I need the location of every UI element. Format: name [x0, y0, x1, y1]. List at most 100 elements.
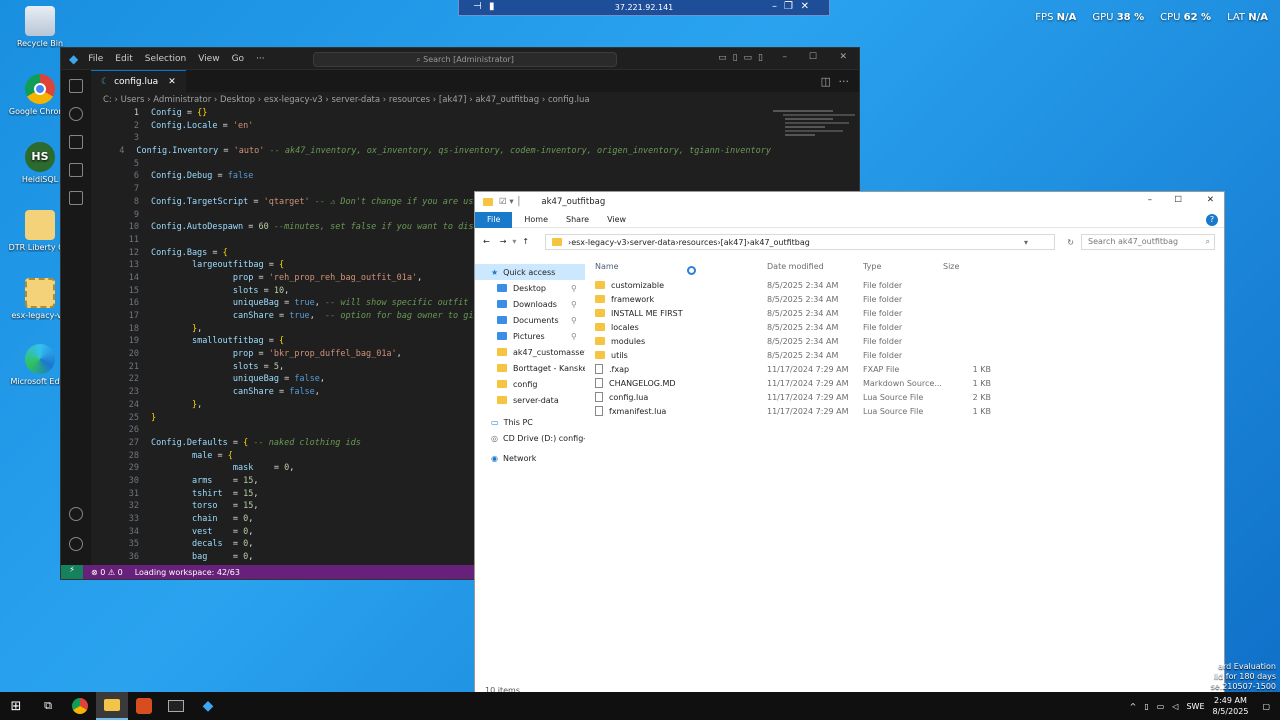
address-segment[interactable]: esx-legacy-v3 [571, 238, 626, 247]
menu-item-go[interactable]: Go [232, 54, 244, 64]
nav-item-downloads[interactable]: Downloads ⚲ [475, 296, 585, 312]
file-row[interactable]: CHANGELOG.MD 11/17/2024 7:29 AM Markdown S… [593, 376, 1224, 390]
nav-item-server-data[interactable]: server-data [475, 392, 585, 408]
battery-icon[interactable]: ▯ [1144, 702, 1148, 711]
remote-icon[interactable]: ⚡ [61, 565, 83, 579]
task-view-button[interactable]: ⧉ [32, 692, 64, 720]
breadcrumb-item[interactable]: [ak47] [439, 95, 467, 105]
taskbar-chrome[interactable] [64, 692, 96, 720]
code-line[interactable]: 4 Config.Inventory = 'auto' -- ak47_inven… [91, 146, 771, 159]
problems-indicator[interactable]: ⊗ 0 ⚠ 0 [91, 568, 123, 577]
run-debug-icon[interactable] [69, 163, 83, 177]
breadcrumb-item[interactable]: ak47_outfitbag [475, 95, 539, 105]
up-icon[interactable]: ↑ [522, 237, 529, 246]
nav-item-this-pc[interactable]: ▭ This PC [475, 414, 585, 430]
breadcrumb-item[interactable]: Users [121, 95, 145, 105]
tab-config-lua[interactable]: ☾ config.lua ✕ [91, 70, 186, 92]
ribbon-tab-view[interactable]: View [607, 215, 626, 224]
volume-icon[interactable]: ◁ [1172, 702, 1178, 711]
nav-item-borttaget-kanske-l[interactable]: Borttaget - Kanske l [475, 360, 585, 376]
minimize-icon[interactable]: – [772, 1, 777, 12]
breadcrumb-item[interactable]: config.lua [548, 95, 590, 105]
column-name[interactable]: Name [593, 262, 767, 271]
nav-item-quick-access[interactable]: ★ Quick access [475, 264, 585, 280]
source-control-icon[interactable] [69, 135, 83, 149]
address-segment[interactable]: [ak47] [721, 238, 747, 247]
ribbon-tab-share[interactable]: Share [566, 215, 589, 224]
file-row[interactable]: locales 8/5/2025 2:34 AM File folder [593, 320, 1224, 334]
search-icon[interactable] [69, 107, 83, 121]
tray-overflow-icon[interactable]: ^ [1130, 702, 1137, 711]
taskbar-terminal[interactable] [160, 692, 192, 720]
breadcrumb-item[interactable]: Desktop [220, 95, 255, 105]
pin-icon[interactable]: ⚲ [571, 316, 577, 325]
taskbar-heidisql[interactable] [128, 692, 160, 720]
breadcrumb-item[interactable]: esx-legacy-v3 [264, 95, 323, 105]
file-row[interactable]: fxmanifest.lua 11/17/2024 7:29 AM Lua Sour… [593, 404, 1224, 418]
column-date[interactable]: Date modified [767, 262, 863, 271]
column-size[interactable]: Size [943, 262, 991, 271]
menu-item-view[interactable]: View [198, 54, 219, 64]
pin-icon[interactable]: ⚲ [571, 284, 577, 293]
file-row[interactable]: utils 8/5/2025 2:34 AM File folder [593, 348, 1224, 362]
breadcrumb-item[interactable]: C: [103, 95, 112, 105]
address-segment[interactable]: resources [679, 238, 718, 247]
close-icon[interactable]: ✕ [839, 52, 847, 62]
column-type[interactable]: Type [863, 262, 943, 271]
code-line[interactable]: 2 Config.Locale = 'en' [91, 121, 771, 134]
forward-icon[interactable]: → [500, 237, 507, 246]
back-icon[interactable]: ← [483, 237, 490, 246]
menu-item-file[interactable]: File [88, 54, 103, 64]
file-row[interactable]: INSTALL ME FIRST 8/5/2025 2:34 AM File fol… [593, 306, 1224, 320]
maximize-icon[interactable]: ☐ [809, 52, 817, 62]
nav-item-config[interactable]: config [475, 376, 585, 392]
start-button[interactable]: ⊞ [0, 692, 32, 720]
nav-item-cd-drive-d-config[interactable]: ◎ CD Drive (D:) config- [475, 430, 585, 446]
file-row[interactable]: modules 8/5/2025 2:34 AM File folder [593, 334, 1224, 348]
nav-item-ak47-customassets[interactable]: ak47_customassets [475, 344, 585, 360]
help-icon[interactable]: ? [1206, 213, 1218, 226]
clock[interactable]: 2:49 AM 8/5/2025 [1213, 695, 1249, 717]
address-bar[interactable]: › esx-legacy-v3 › server-data › resource… [545, 234, 1074, 250]
file-row[interactable]: customizable 8/5/2025 2:34 AM File folder [593, 278, 1224, 292]
address-segment[interactable]: ak47_outfitbag [750, 238, 810, 247]
recent-dropdown-icon[interactable]: ▾ [512, 237, 516, 246]
taskbar-vscode[interactable]: ◆ [192, 692, 224, 720]
close-tab-icon[interactable]: ✕ [168, 77, 176, 87]
code-line[interactable]: 3 [91, 133, 771, 146]
explorer-icon[interactable] [69, 79, 83, 93]
settings-gear-icon[interactable] [69, 537, 83, 551]
pin-icon[interactable]: ⚲ [571, 300, 577, 309]
search-input[interactable]: Search ak47_outfitbag ⌕ [1081, 234, 1215, 250]
layout-icons[interactable]: ▭▯▭▯ [718, 53, 769, 63]
maximize-icon[interactable]: ☐ [1174, 195, 1182, 205]
minimize-icon[interactable]: – [1148, 195, 1152, 205]
account-icon[interactable] [69, 507, 83, 521]
minimap[interactable] [773, 108, 855, 178]
ribbon-tab-file[interactable]: File [475, 211, 513, 228]
breadcrumb-item[interactable]: server-data [332, 95, 381, 105]
command-center-search[interactable]: ⌕ Search [Administrator] [313, 52, 617, 67]
desktop-icon-recycle-bin[interactable]: Recycle Bin [8, 6, 72, 48]
close-icon[interactable]: ✕ [1207, 195, 1214, 205]
taskbar-file-explorer[interactable] [96, 692, 128, 720]
ribbon-tab-home[interactable]: Home [524, 215, 548, 224]
network-icon[interactable]: ▭ [1157, 702, 1165, 711]
file-row[interactable]: config.lua 11/17/2024 7:29 AM Lua Source F… [593, 390, 1224, 404]
address-dropdown-icon[interactable]: ▾ [1024, 238, 1028, 247]
notifications-icon[interactable]: ▢ [1262, 702, 1270, 711]
split-editor-icon[interactable]: ◫ [821, 75, 831, 88]
input-language[interactable]: SWE [1186, 702, 1204, 711]
pin-icon[interactable]: ⚲ [571, 332, 577, 341]
quick-access-toolbar-icon[interactable]: ☑ ▾ │ [499, 197, 521, 207]
nav-item-pictures[interactable]: Pictures ⚲ [475, 328, 585, 344]
nav-item-desktop[interactable]: Desktop ⚲ [475, 280, 585, 296]
nav-item-documents[interactable]: Documents ⚲ [475, 312, 585, 328]
refresh-icon[interactable]: ↻ [1067, 238, 1074, 247]
file-row[interactable]: .fxap 11/17/2024 7:29 AM FXAP File 1 KB [593, 362, 1224, 376]
code-line[interactable]: 1 Config = {} [91, 108, 771, 121]
minimize-icon[interactable]: – [783, 52, 788, 62]
file-row[interactable]: framework 8/5/2025 2:34 AM File folder [593, 292, 1224, 306]
extensions-icon[interactable] [69, 191, 83, 205]
more-actions-icon[interactable]: ··· [839, 75, 850, 88]
